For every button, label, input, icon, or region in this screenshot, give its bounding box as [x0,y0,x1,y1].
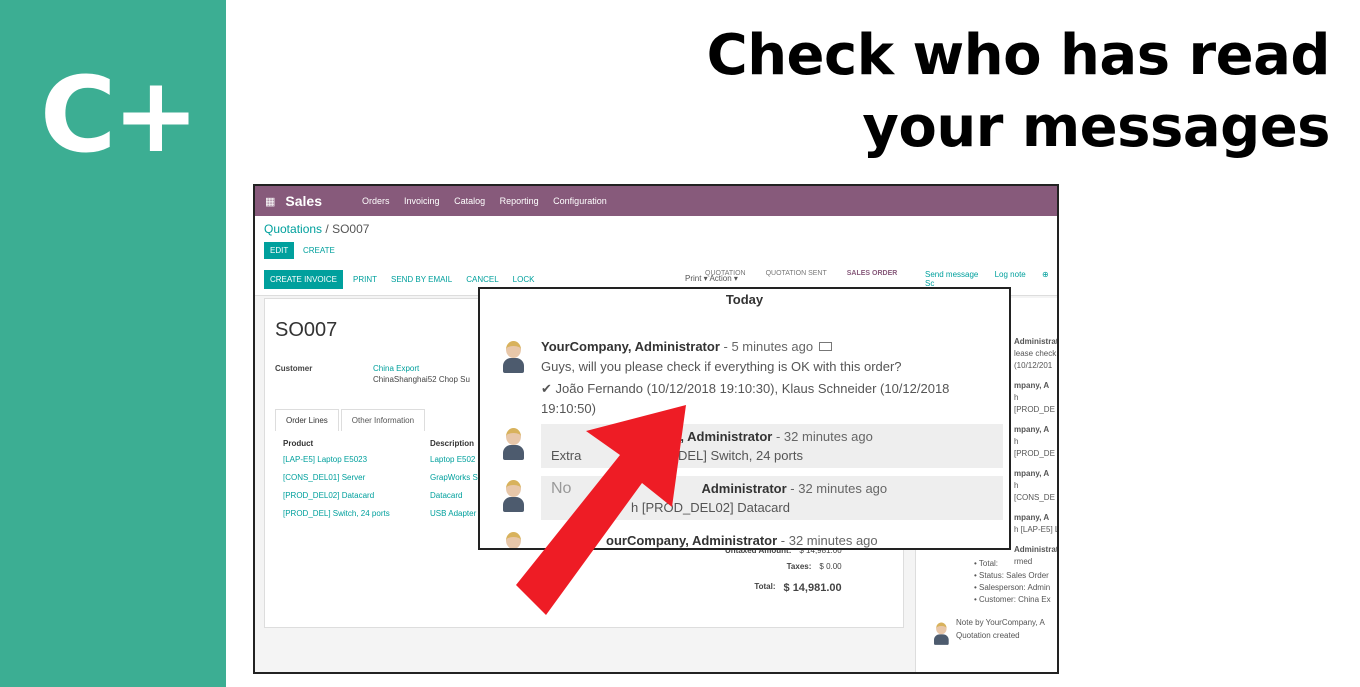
message-time: - 32 minutes ago [777,533,878,548]
apps-grid-icon[interactable]: ▦ [265,195,275,208]
chatter-snippet: mpany, A [1014,425,1050,434]
chatter-snippet: Administrat [1014,337,1059,346]
slide: C+ Check who has read your messages ▦ Sa… [0,0,1360,687]
chatter-snippet: h [PROD_DE [1014,393,1055,414]
status-quotation-sent[interactable]: QUOTATION SENT [766,270,827,277]
chatter-topbar: Send message Log note ⊕ Sc [925,270,1057,288]
tab-other-information[interactable]: Other Information [340,409,426,431]
menu-catalog[interactable]: Catalog [454,196,485,206]
avatar [500,339,526,373]
note-text: Quotation created [956,631,1020,640]
menu-configuration[interactable]: Configuration [553,196,607,206]
top-navbar: ▦ Sales Orders Invoicing Catalog Reporti… [255,186,1057,216]
tracking-values: • Total: • Status: Sales Order • Salespe… [974,558,1051,606]
breadcrumb: Quotations / SO007 [264,222,369,236]
cancel-button[interactable]: CANCEL [466,275,498,284]
menu-orders[interactable]: Orders [362,196,390,206]
notebook-tabs: Order Lines Other Information [275,409,427,431]
line-product: [LAP-E5] Laptop E5023 [283,455,368,464]
print-button[interactable]: PRINT [353,275,377,284]
create-button[interactable]: CREATE [303,246,335,255]
message-time: - 32 minutes ago [772,429,873,444]
pointer-arrow-icon [516,405,686,615]
breadcrumb-parent[interactable]: Quotations [264,222,322,236]
taxes-row: Taxes: $ 0.00 [786,562,842,571]
chatter-snippet: mpany, A [1014,513,1050,522]
chatter-snippet: Administrat [1014,545,1059,554]
line-product: [PROD_DEL] Switch, 24 ports [283,509,390,518]
app-name[interactable]: Sales [285,193,322,209]
chatter-snippets: Administrat lease check (10/12/201 mpany… [1014,336,1059,568]
message-time: - 32 minutes ago [786,481,888,496]
line-product: [CONS_DEL01] Server [283,473,366,482]
order-totals: Untaxed Amount: $ 14,981.00 Taxes: $ 0.00 … [725,546,842,598]
brand-sidebar: C+ [0,0,226,687]
headline-line2: your messages [862,95,1330,160]
headline-line1: Check who has read [706,23,1331,88]
message-body: Guys, will you please check if everythin… [541,359,902,374]
log-note-button[interactable]: Log note [995,270,1026,279]
tracking-item: • Customer: China Ex [974,595,1051,604]
chatter-snippet: mpany, A [1014,381,1050,390]
brand-logo: C+ [40,54,199,176]
tracking-item: • Total: [974,559,999,568]
chatter-snippet: h [PROD_DE [1014,437,1055,458]
line-product: [PROD_DEL02] Datacard [283,491,375,500]
status-bar: QUOTATION QUOTATION SENT SALES ORDER [705,270,917,277]
chatter-snippet: h [CONS_DE [1014,481,1055,502]
total-row: Total: $ 14,981.00 [754,582,842,594]
customer-address: ChinaShanghai52 Chop Su [373,375,470,384]
chatter-snippet: mpany, A [1014,469,1050,478]
avatar [932,621,950,645]
customer-label: Customer [275,364,313,373]
tracking-item: • Status: Sales Order [974,571,1049,580]
create-invoice-button[interactable]: CREATE INVOICE [264,270,343,289]
status-sales-order[interactable]: SALES ORDER [847,270,898,277]
status-quotation[interactable]: QUOTATION [705,270,746,277]
edit-button[interactable]: EDIT [264,242,295,259]
message-author[interactable]: YourCompany, Administrator [541,339,720,354]
tracking-item: • Salesperson: Admin [974,583,1051,592]
headline: Check who has read your messages [630,20,1331,164]
menu-invoicing[interactable]: Invoicing [404,196,440,206]
breadcrumb-current: SO007 [332,222,370,236]
main-menu: Orders Invoicing Catalog Reporting Confi… [362,196,619,206]
menu-reporting[interactable]: Reporting [500,196,539,206]
order-name: SO007 [275,319,338,341]
message-time: - 5 minutes ago [719,339,814,354]
customer-link[interactable]: China Export [373,364,419,373]
note-author: Note by YourCompany, A [956,618,1045,627]
lock-button[interactable]: LOCK [513,275,535,284]
envelope-icon [819,342,833,352]
date-separator: Today [725,292,764,307]
chatter-snippet: lease check [1014,349,1057,358]
chatter-snippet: (10/12/201 [1014,361,1053,370]
tab-order-lines[interactable]: Order Lines [275,409,339,431]
message-header: YourCompany, Administrator - 5 minutes a… [541,338,833,356]
send-by-email-button[interactable]: SEND BY EMAIL [391,275,452,284]
col-product: Product [283,439,314,448]
chatter-snippet: h [LAP-E5] L [1014,525,1059,534]
breadcrumb-sep: / [322,222,333,236]
note-message: Note by YourCompany, A Quotation created [956,618,1045,640]
send-message-button[interactable]: Send message [925,270,978,279]
